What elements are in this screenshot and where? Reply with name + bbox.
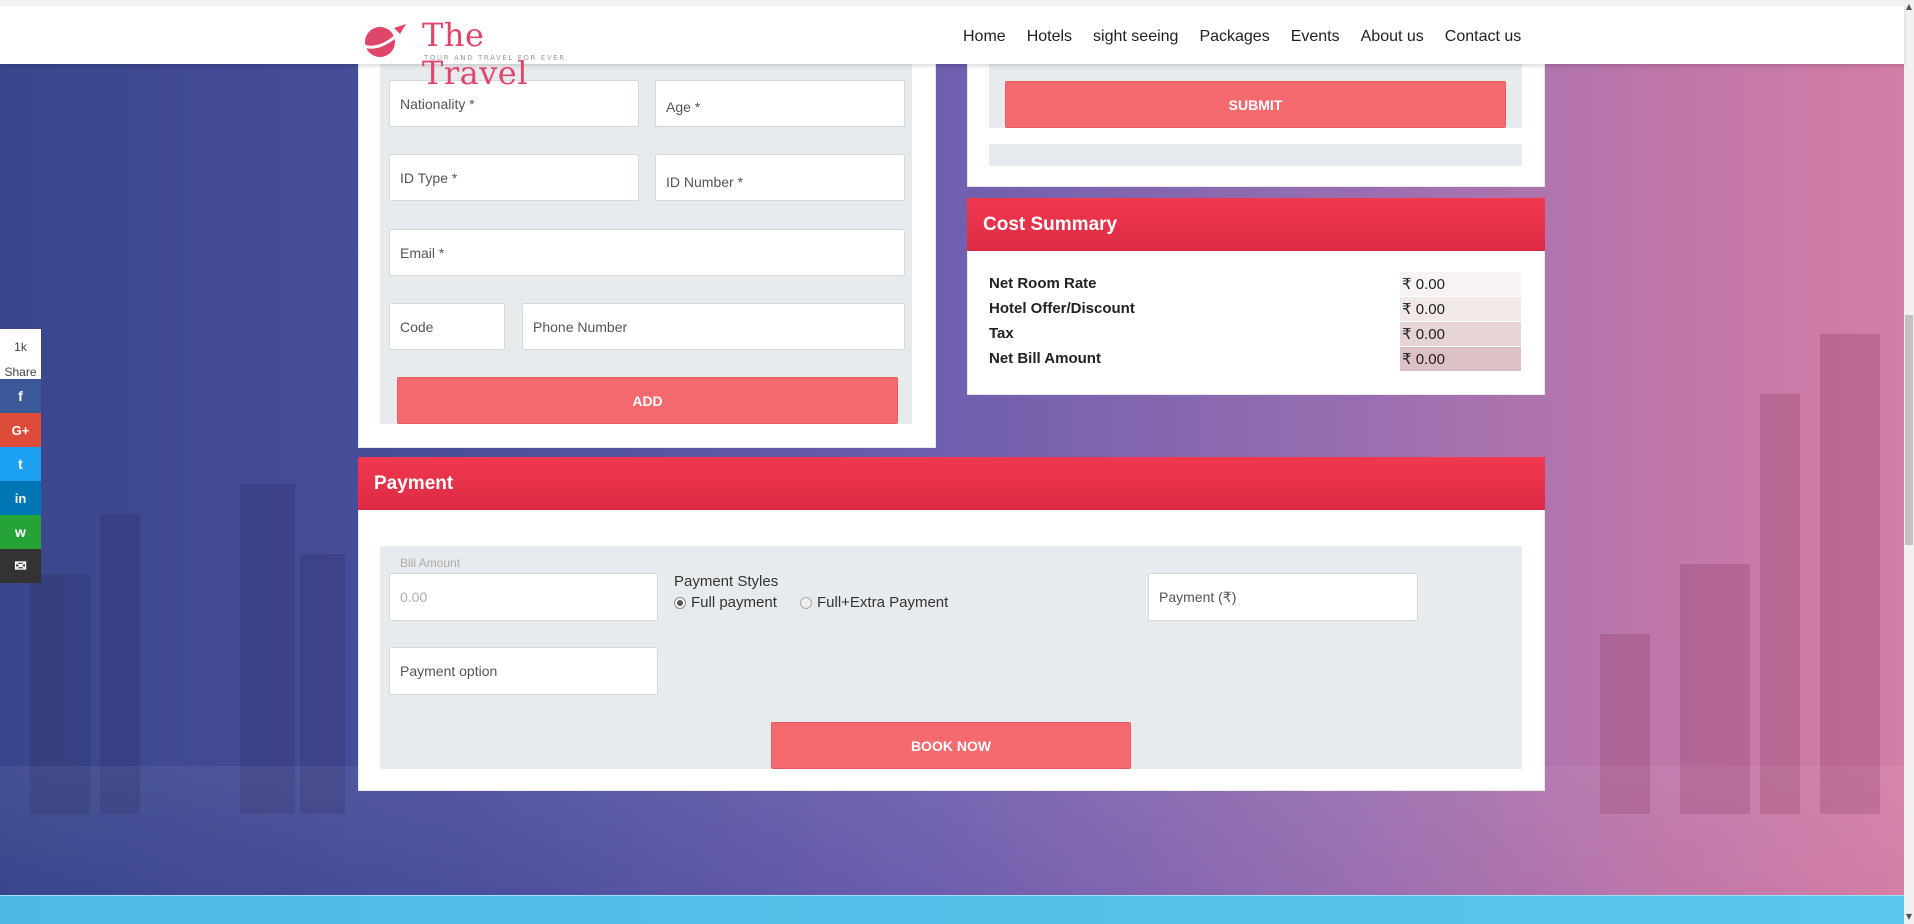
nav-home[interactable]: Home: [963, 28, 1006, 46]
nav-packages[interactable]: Packages: [1199, 28, 1269, 46]
google-plus-icon: G+: [11, 422, 30, 438]
country-code-field[interactable]: Code: [389, 303, 505, 350]
linkedin-share-button[interactable]: in: [0, 481, 41, 515]
brand-tagline: TOUR AND TRAVEL FOR EVER: [424, 54, 566, 62]
age-field[interactable]: Age *: [655, 80, 905, 127]
id-number-field[interactable]: ID Number *: [655, 154, 905, 201]
share-label: Share: [4, 365, 37, 379]
vertical-scrollbar[interactable]: ▲ ▼: [1904, 0, 1914, 924]
radio-dot-icon: [677, 599, 683, 606]
share-count: 1k: [14, 340, 27, 354]
nav-events[interactable]: Events: [1291, 28, 1340, 46]
add-guest-button[interactable]: ADD: [397, 377, 898, 424]
plane-logo-icon: [363, 24, 406, 57]
bill-amount-label: Bill Amount: [400, 556, 461, 570]
scroll-down-icon[interactable]: ▼: [1905, 912, 1913, 922]
payment-style-full-option[interactable]: Full payment: [674, 594, 777, 611]
whatsapp-icon: w: [15, 524, 26, 540]
cost-value-tax: ₹ 0.00: [1400, 322, 1521, 346]
payment-styles-label: Payment Styles: [674, 573, 779, 590]
phone-number-field[interactable]: Phone Number: [522, 303, 905, 350]
submit-footer-bar: [989, 144, 1522, 166]
nav-sight-seeing[interactable]: sight seeing: [1093, 28, 1178, 46]
radio-unselected-icon[interactable]: [800, 596, 812, 609]
scrollbar-thumb[interactable]: [1905, 315, 1913, 545]
payment-style-full-label: Full payment: [691, 594, 777, 611]
submit-button[interactable]: SUBMIT: [1005, 81, 1506, 128]
cost-label-hotel-discount: Hotel Offer/Discount: [989, 300, 1135, 317]
cost-label-net-bill-amount: Net Bill Amount: [989, 350, 1101, 367]
facebook-icon: f: [18, 388, 23, 404]
social-share-bar: 1k Share f G+ t in w ✉: [0, 329, 41, 583]
skyline-building: [240, 484, 295, 814]
skyline-building: [1760, 394, 1800, 814]
twitter-share-button[interactable]: t: [0, 447, 41, 481]
id-type-field[interactable]: ID Type *: [389, 154, 639, 201]
main-nav: Home Hotels sight seeing Packages Events…: [963, 28, 1542, 46]
payment-style-full-extra-label: Full+Extra Payment: [817, 594, 949, 611]
site-header: The Travel TOUR AND TRAVEL FOR EVER Home…: [0, 6, 1904, 92]
whatsapp-share-button[interactable]: w: [0, 515, 41, 549]
nav-hotels[interactable]: Hotels: [1027, 28, 1072, 46]
scroll-up-icon[interactable]: ▲: [1905, 2, 1913, 12]
radio-selected-icon[interactable]: [674, 596, 686, 609]
skyline-building: [1820, 334, 1880, 814]
payment-style-full-extra-option[interactable]: Full+Extra Payment: [800, 594, 948, 611]
google-plus-share-button[interactable]: G+: [0, 413, 41, 447]
book-now-button[interactable]: BOOK NOW: [771, 722, 1131, 769]
cost-value-hotel-discount: ₹ 0.00: [1400, 297, 1521, 321]
cost-summary-title: Cost Summary: [967, 198, 1545, 251]
footer-strip: [0, 895, 1904, 924]
nav-about-us[interactable]: About us: [1361, 28, 1424, 46]
cost-value-net-bill-amount: ₹ 0.00: [1400, 347, 1521, 371]
share-count-box: 1k Share: [0, 329, 41, 379]
site-logo[interactable]: The Travel TOUR AND TRAVEL FOR EVER: [360, 16, 580, 92]
email-field[interactable]: Email *: [389, 229, 905, 276]
payment-option-field[interactable]: Payment option: [389, 647, 658, 695]
linkedin-icon: in: [14, 490, 27, 506]
payment-amount-field[interactable]: Payment (₹): [1148, 573, 1418, 621]
cost-value-net-room-rate: ₹ 0.00: [1400, 272, 1521, 296]
nav-contact-us[interactable]: Contact us: [1445, 28, 1521, 46]
cost-label-net-room-rate: Net Room Rate: [989, 275, 1097, 292]
twitter-icon: t: [18, 456, 23, 472]
payment-title: Payment: [358, 457, 1545, 510]
email-share-button[interactable]: ✉: [0, 549, 41, 583]
bill-amount-field: 0.00: [389, 573, 658, 621]
cost-label-tax: Tax: [989, 325, 1014, 342]
email-icon: ✉: [14, 558, 27, 575]
